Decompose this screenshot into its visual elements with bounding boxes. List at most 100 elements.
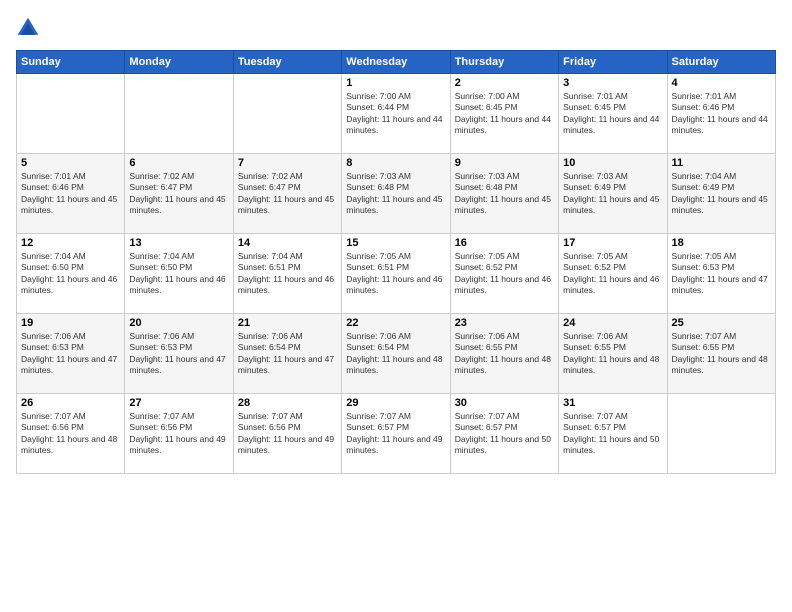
day-cell: 25 Sunrise: 7:07 AM Sunset: 6:55 PM Dayli…	[667, 314, 775, 394]
weekday-header-tuesday: Tuesday	[233, 51, 341, 74]
weekday-row: SundayMondayTuesdayWednesdayThursdayFrid…	[17, 51, 776, 74]
day-cell: 16Sunrise: 7:05 AM Sunset: 6:52 PM Dayli…	[450, 234, 558, 314]
day-cell	[667, 394, 775, 474]
day-cell: 1 Sunrise: 7:00 AM Sunset: 6:44 PM Daylig…	[342, 74, 450, 154]
day-number: 25	[672, 317, 771, 329]
day-number: 7	[238, 157, 337, 169]
day-info: Sunrise: 7:04 AM Sunset: 6:51 PM Dayligh…	[238, 251, 337, 297]
day-info: Sunrise: 7:04 AM Sunset: 6:50 PM Dayligh…	[21, 251, 120, 297]
day-info: Sunrise: 7:01 AM Sunset: 6:46 PM Dayligh…	[21, 171, 120, 217]
day-cell: 18Sunrise: 7:05 AM Sunset: 6:53 PM Dayli…	[667, 234, 775, 314]
day-number: 27	[129, 397, 228, 409]
day-info: Sunrise: 7:02 AM Sunset: 6:47 PM Dayligh…	[129, 171, 228, 217]
day-number: 4	[672, 77, 771, 89]
day-number: 28	[238, 397, 337, 409]
day-cell: 8 Sunrise: 7:03 AM Sunset: 6:48 PM Daylig…	[342, 154, 450, 234]
day-info: Sunrise: 7:05 AM Sunset: 6:53 PM Dayligh…	[672, 251, 771, 297]
day-number: 17	[563, 237, 662, 249]
day-cell: 17 Sunrise: 7:05 AM Sunset: 6:52 PM Dayli…	[559, 234, 667, 314]
day-number: 15	[346, 237, 445, 249]
day-info: Sunrise: 7:02 AM Sunset: 6:47 PM Dayligh…	[238, 171, 337, 217]
day-cell: 3Sunrise: 7:01 AM Sunset: 6:45 PM Daylig…	[559, 74, 667, 154]
week-row-5: 26 Sunrise: 7:07 AM Sunset: 6:56 PM Dayli…	[17, 394, 776, 474]
calendar-table: SundayMondayTuesdayWednesdayThursdayFrid…	[16, 50, 776, 474]
day-info: Sunrise: 7:07 AM Sunset: 6:57 PM Dayligh…	[563, 411, 662, 457]
day-number: 20	[129, 317, 228, 329]
day-number: 29	[346, 397, 445, 409]
header	[16, 16, 776, 40]
weekday-header-sunday: Sunday	[17, 51, 125, 74]
day-cell: 10Sunrise: 7:03 AM Sunset: 6:49 PM Dayli…	[559, 154, 667, 234]
weekday-header-friday: Friday	[559, 51, 667, 74]
day-info: Sunrise: 7:05 AM Sunset: 6:51 PM Dayligh…	[346, 251, 445, 297]
day-info: Sunrise: 7:06 AM Sunset: 6:55 PM Dayligh…	[563, 331, 662, 377]
day-cell: 13 Sunrise: 7:04 AM Sunset: 6:50 PM Dayli…	[125, 234, 233, 314]
day-number: 8	[346, 157, 445, 169]
day-info: Sunrise: 7:06 AM Sunset: 6:53 PM Dayligh…	[21, 331, 120, 377]
day-cell: 26 Sunrise: 7:07 AM Sunset: 6:56 PM Dayli…	[17, 394, 125, 474]
day-info: Sunrise: 7:05 AM Sunset: 6:52 PM Dayligh…	[455, 251, 554, 297]
day-cell	[17, 74, 125, 154]
day-cell: 27Sunrise: 7:07 AM Sunset: 6:56 PM Dayli…	[125, 394, 233, 474]
day-cell: 20 Sunrise: 7:06 AM Sunset: 6:53 PM Dayli…	[125, 314, 233, 394]
day-cell	[233, 74, 341, 154]
day-info: Sunrise: 7:00 AM Sunset: 6:45 PM Dayligh…	[455, 91, 554, 137]
day-number: 26	[21, 397, 120, 409]
day-info: Sunrise: 7:07 AM Sunset: 6:57 PM Dayligh…	[346, 411, 445, 457]
weekday-header-thursday: Thursday	[450, 51, 558, 74]
day-number: 24	[563, 317, 662, 329]
calendar-body: 1 Sunrise: 7:00 AM Sunset: 6:44 PM Daylig…	[17, 74, 776, 474]
day-info: Sunrise: 7:06 AM Sunset: 6:55 PM Dayligh…	[455, 331, 554, 377]
calendar-page: SundayMondayTuesdayWednesdayThursdayFrid…	[0, 0, 792, 612]
week-row-4: 19 Sunrise: 7:06 AM Sunset: 6:53 PM Dayli…	[17, 314, 776, 394]
day-cell: 23 Sunrise: 7:06 AM Sunset: 6:55 PM Dayli…	[450, 314, 558, 394]
day-number: 13	[129, 237, 228, 249]
calendar-header: SundayMondayTuesdayWednesdayThursdayFrid…	[17, 51, 776, 74]
day-cell: 14 Sunrise: 7:04 AM Sunset: 6:51 PM Dayli…	[233, 234, 341, 314]
weekday-header-monday: Monday	[125, 51, 233, 74]
week-row-1: 1 Sunrise: 7:00 AM Sunset: 6:44 PM Daylig…	[17, 74, 776, 154]
day-number: 14	[238, 237, 337, 249]
day-cell: 29 Sunrise: 7:07 AM Sunset: 6:57 PM Dayli…	[342, 394, 450, 474]
day-cell: 15 Sunrise: 7:05 AM Sunset: 6:51 PM Dayli…	[342, 234, 450, 314]
day-info: Sunrise: 7:05 AM Sunset: 6:52 PM Dayligh…	[563, 251, 662, 297]
day-info: Sunrise: 7:00 AM Sunset: 6:44 PM Dayligh…	[346, 91, 445, 137]
day-number: 30	[455, 397, 554, 409]
day-info: Sunrise: 7:06 AM Sunset: 6:53 PM Dayligh…	[129, 331, 228, 377]
day-info: Sunrise: 7:04 AM Sunset: 6:49 PM Dayligh…	[672, 171, 771, 217]
week-row-3: 12 Sunrise: 7:04 AM Sunset: 6:50 PM Dayli…	[17, 234, 776, 314]
day-cell: 22Sunrise: 7:06 AM Sunset: 6:54 PM Dayli…	[342, 314, 450, 394]
day-cell: 6 Sunrise: 7:02 AM Sunset: 6:47 PM Daylig…	[125, 154, 233, 234]
day-number: 22	[346, 317, 445, 329]
day-number: 23	[455, 317, 554, 329]
day-number: 5	[21, 157, 120, 169]
day-cell: 2 Sunrise: 7:00 AM Sunset: 6:45 PM Daylig…	[450, 74, 558, 154]
day-cell	[125, 74, 233, 154]
day-cell: 24 Sunrise: 7:06 AM Sunset: 6:55 PM Dayli…	[559, 314, 667, 394]
logo	[16, 16, 44, 40]
day-info: Sunrise: 7:07 AM Sunset: 6:57 PM Dayligh…	[455, 411, 554, 457]
day-cell: 30 Sunrise: 7:07 AM Sunset: 6:57 PM Dayli…	[450, 394, 558, 474]
day-cell: 9Sunrise: 7:03 AM Sunset: 6:48 PM Daylig…	[450, 154, 558, 234]
day-number: 2	[455, 77, 554, 89]
day-number: 11	[672, 157, 771, 169]
day-cell: 5 Sunrise: 7:01 AM Sunset: 6:46 PM Daylig…	[17, 154, 125, 234]
day-info: Sunrise: 7:04 AM Sunset: 6:50 PM Dayligh…	[129, 251, 228, 297]
day-cell: 12 Sunrise: 7:04 AM Sunset: 6:50 PM Dayli…	[17, 234, 125, 314]
day-info: Sunrise: 7:03 AM Sunset: 6:48 PM Dayligh…	[346, 171, 445, 217]
day-number: 1	[346, 77, 445, 89]
day-cell: 21Sunrise: 7:06 AM Sunset: 6:54 PM Dayli…	[233, 314, 341, 394]
day-number: 12	[21, 237, 120, 249]
logo-icon	[16, 16, 40, 40]
day-cell: 7 Sunrise: 7:02 AM Sunset: 6:47 PM Daylig…	[233, 154, 341, 234]
day-info: Sunrise: 7:07 AM Sunset: 6:56 PM Dayligh…	[21, 411, 120, 457]
day-number: 19	[21, 317, 120, 329]
day-number: 3	[563, 77, 662, 89]
day-info: Sunrise: 7:07 AM Sunset: 6:55 PM Dayligh…	[672, 331, 771, 377]
day-info: Sunrise: 7:03 AM Sunset: 6:48 PM Dayligh…	[455, 171, 554, 217]
day-number: 6	[129, 157, 228, 169]
day-info: Sunrise: 7:06 AM Sunset: 6:54 PM Dayligh…	[238, 331, 337, 377]
day-number: 10	[563, 157, 662, 169]
day-cell: 31Sunrise: 7:07 AM Sunset: 6:57 PM Dayli…	[559, 394, 667, 474]
day-cell: 28Sunrise: 7:07 AM Sunset: 6:56 PM Dayli…	[233, 394, 341, 474]
